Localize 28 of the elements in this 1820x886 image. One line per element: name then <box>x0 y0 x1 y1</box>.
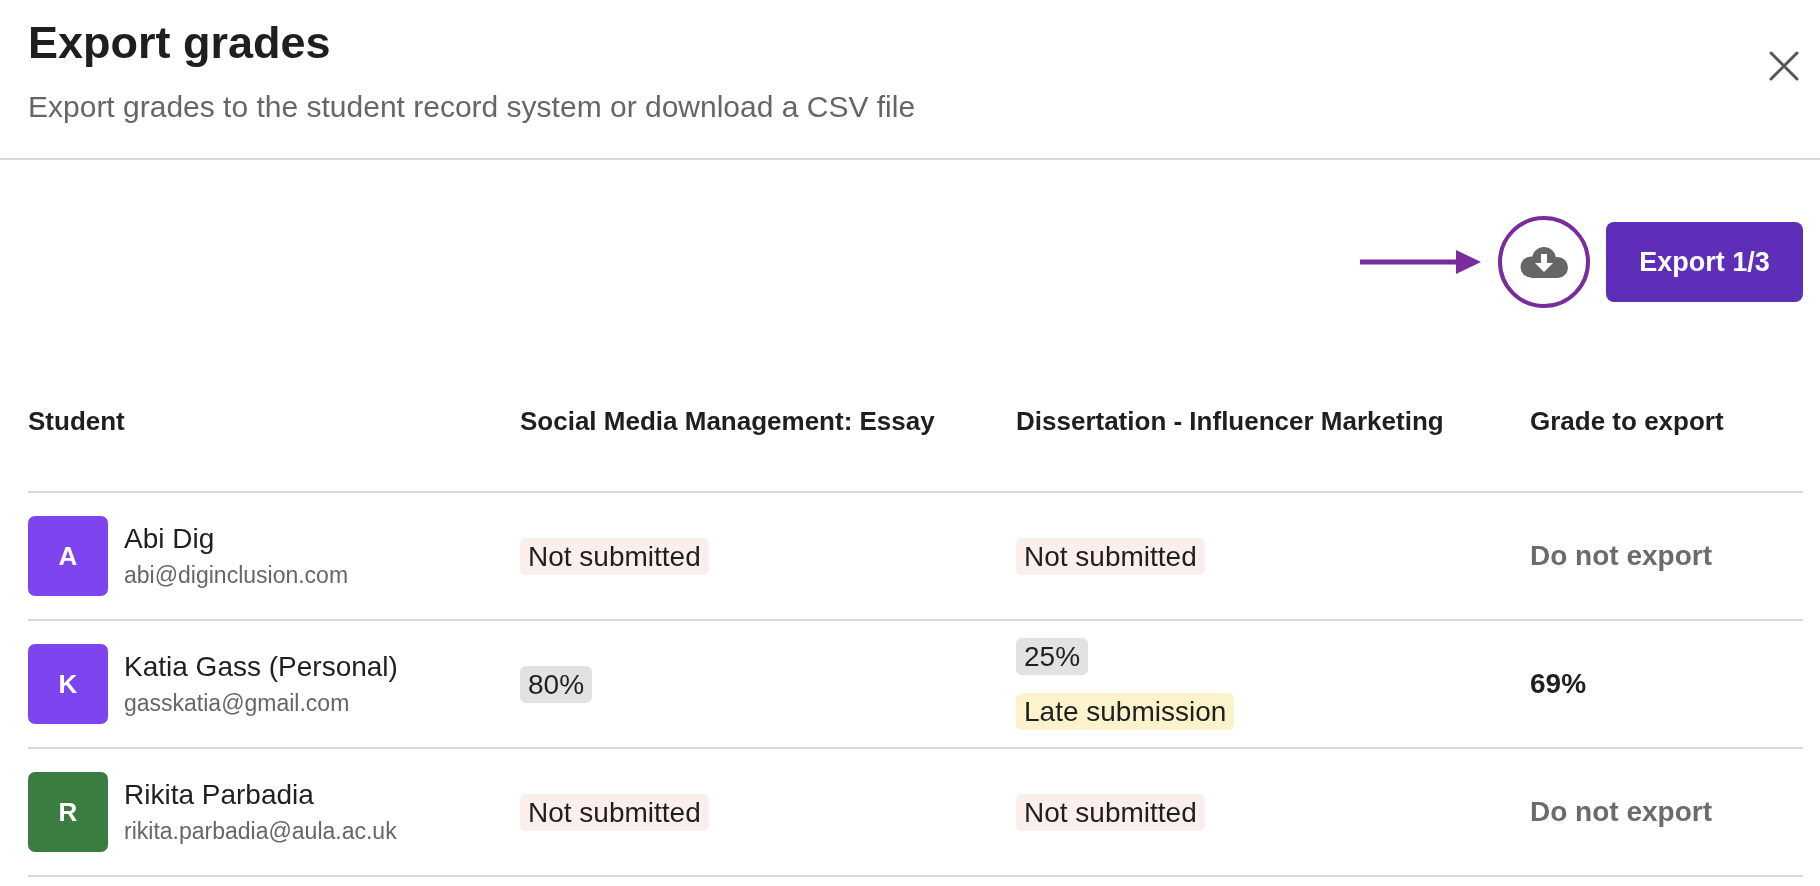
cloud-download-icon <box>1520 246 1568 278</box>
dialog-title: Export grades <box>28 17 332 69</box>
status-badge: Not submitted <box>1016 537 1205 575</box>
student-name: Abi Dig <box>124 523 216 555</box>
column-header: Student <box>28 406 125 437</box>
export-button[interactable]: Export 1/3 <box>1606 222 1803 302</box>
avatar: R <box>28 772 108 852</box>
status-badge: Not submitted <box>1016 793 1205 831</box>
column-header: Grade to export <box>1530 406 1724 437</box>
late-badge: Late submission <box>1016 693 1235 730</box>
grade-badge: 80% <box>520 665 593 703</box>
status-badge: Not submitted <box>520 537 709 575</box>
student-name: Katia Gass (Personal) <box>124 651 398 683</box>
student-email: abi@diginclusion.com <box>124 561 349 589</box>
avatar: A <box>28 516 108 596</box>
column-header: Dissertation - Influencer Marketing <box>1016 406 1444 437</box>
export-grade: Do not export <box>1530 796 1712 828</box>
column-header: Social Media Management: Essay <box>520 406 935 437</box>
export-grade: Do not export <box>1530 540 1712 572</box>
student-email: gasskatia@gmail.com <box>124 689 351 717</box>
status-badge: Not submitted <box>520 793 709 831</box>
avatar: K <box>28 644 108 724</box>
close-icon <box>1769 50 1799 81</box>
student-email: rikita.parbadia@aula.ac.uk <box>124 817 397 845</box>
grade-badge: 25% <box>1016 638 1089 675</box>
student-name: Rikita Parbadia <box>124 779 315 811</box>
export-grade: 69% <box>1530 668 1587 700</box>
dialog-subtitle: Export grades to the student record system or download a CSV file <box>28 89 916 124</box>
